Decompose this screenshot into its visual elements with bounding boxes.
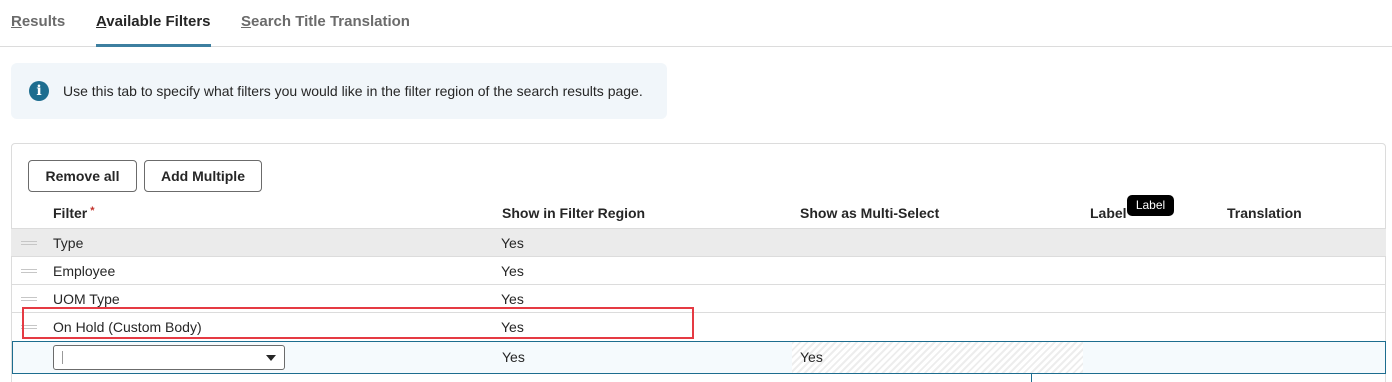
filter-select[interactable] xyxy=(53,345,285,370)
tab-search-title-translation[interactable]: Search Title Translation xyxy=(241,13,410,47)
text-cursor xyxy=(62,351,63,364)
tab-results[interactable]: Results xyxy=(11,13,65,47)
filter-cell: Employee xyxy=(53,263,116,279)
column-header-show-as-multi-select: Show as Multi-Select xyxy=(800,205,940,221)
info-text: Use this tab to specify what filters you… xyxy=(63,83,643,99)
show-in-region-cell: Yes xyxy=(501,263,524,279)
column-header-filter: Filter * xyxy=(53,205,95,221)
chevron-down-icon[interactable] xyxy=(266,355,276,361)
info-icon: i xyxy=(29,81,49,101)
multi-select-cell-disabled xyxy=(792,342,1083,373)
drag-handle-icon[interactable] xyxy=(21,241,37,245)
edit-show-in-region-cell[interactable]: Yes xyxy=(502,349,525,365)
column-header-translation: Translation xyxy=(1227,205,1302,221)
filter-cell: UOM Type xyxy=(53,291,120,307)
column-header-label: Label xyxy=(1090,205,1127,221)
drag-handle-icon[interactable] xyxy=(21,269,37,273)
tab-available-filters[interactable]: Available Filters xyxy=(96,13,211,47)
remove-all-button[interactable]: Remove all xyxy=(28,160,137,192)
highlight-box xyxy=(22,307,694,339)
tab-bar: Results Available Filters Search Title T… xyxy=(0,0,1392,47)
info-banner: i Use this tab to specify what filters y… xyxy=(11,63,667,119)
required-marker: * xyxy=(90,205,95,217)
edit-show-multi-cell: Yes xyxy=(800,349,823,365)
column-divider xyxy=(1031,374,1032,382)
show-in-region-cell: Yes xyxy=(501,235,524,251)
drag-handle-icon[interactable] xyxy=(21,297,37,301)
show-in-region-cell: Yes xyxy=(501,291,524,307)
table-row[interactable]: Type Yes xyxy=(11,228,1386,256)
filter-cell: Type xyxy=(53,235,84,251)
add-multiple-button[interactable]: Add Multiple xyxy=(144,160,262,192)
column-header-show-in-filter-region: Show in Filter Region xyxy=(502,205,646,221)
label-tooltip: Label xyxy=(1127,195,1174,216)
table-row[interactable]: Employee Yes xyxy=(11,256,1386,284)
